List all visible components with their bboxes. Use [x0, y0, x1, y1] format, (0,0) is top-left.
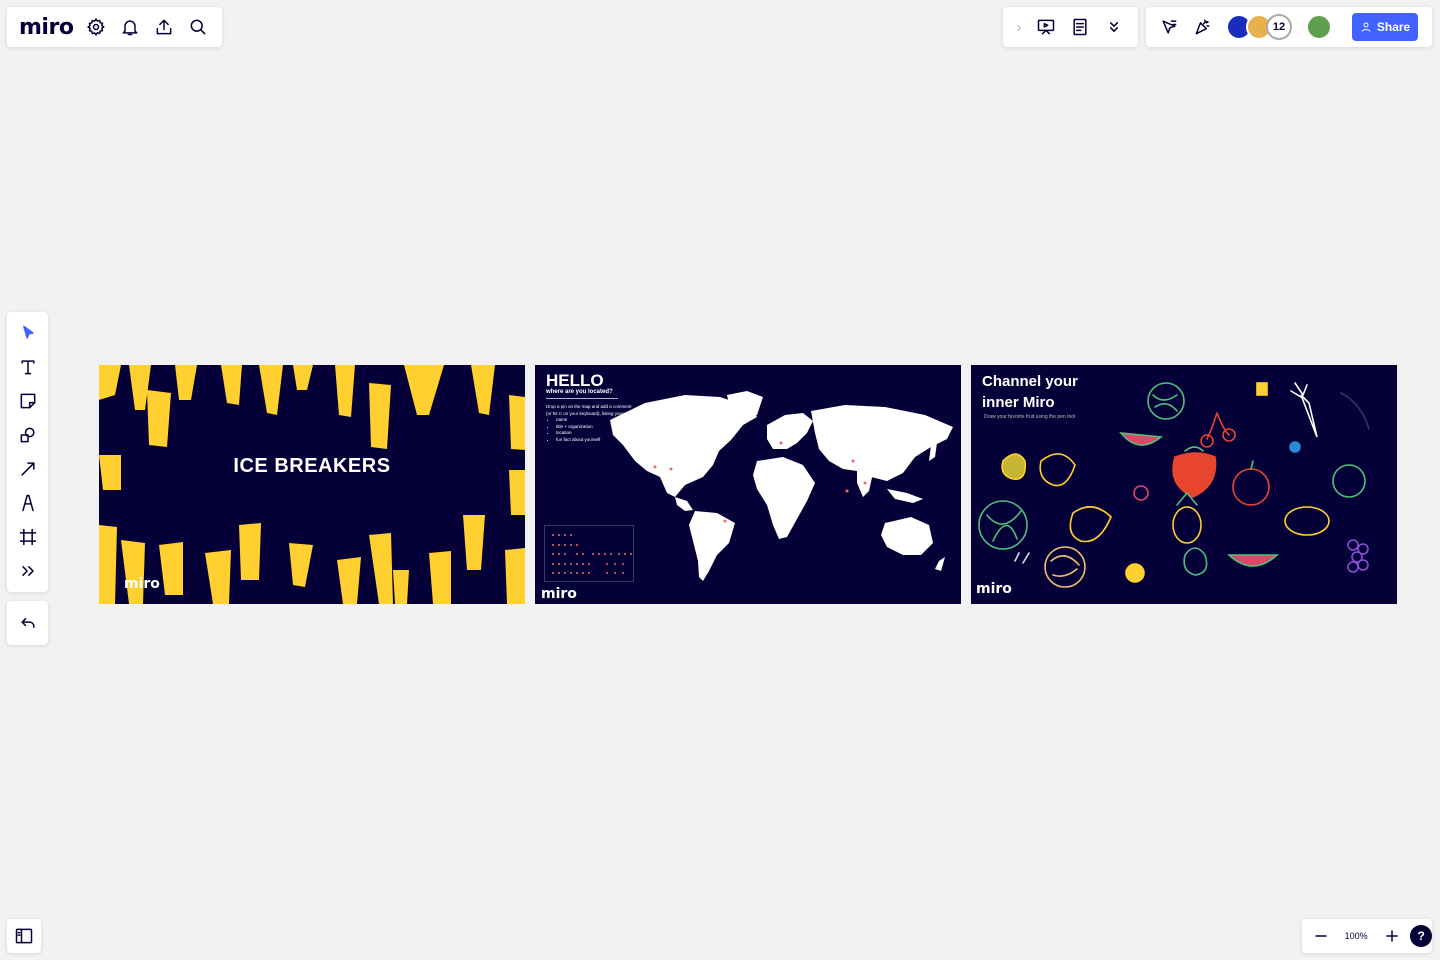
chevron-right-icon[interactable]: › [1009, 10, 1029, 44]
collaboration-toolbar: 12 Share [1146, 7, 1432, 47]
board-panel-toggle[interactable] [7, 919, 41, 953]
text-icon[interactable] [11, 350, 45, 384]
hello-world-map-frame[interactable]: HELLO where are you located? Drop a pin … [535, 365, 961, 604]
creation-toolbar [7, 312, 48, 592]
sticky-note-icon[interactable] [11, 384, 45, 418]
share-button-label: Share [1376, 20, 1411, 34]
collaborator-count-badge[interactable]: 12 [1266, 14, 1292, 40]
pin-legend-box [544, 525, 634, 582]
ice-breakers-frame[interactable]: ICE BREAKERS miro [99, 365, 525, 604]
miro-logo: miro [124, 576, 160, 592]
more-tools-icon[interactable] [11, 554, 45, 588]
celebrate-icon[interactable] [1186, 10, 1220, 44]
board-panel-icon[interactable] [7, 919, 41, 953]
notes-icon[interactable] [1063, 10, 1097, 44]
frame-title: ICE BREAKERS [233, 455, 391, 477]
top-left-toolbar: miro [7, 7, 222, 47]
undo-panel [7, 601, 48, 645]
yellow-shapes-decoration [99, 365, 525, 604]
presentation-icon[interactable] [1029, 10, 1063, 44]
share-button[interactable]: Share [1352, 13, 1418, 41]
connector-icon[interactable] [11, 452, 45, 486]
presentation-toolbar: › [1003, 7, 1138, 47]
inner-miro-drawing-frame[interactable]: Channel your inner Miro Draw your favori… [971, 365, 1397, 604]
miro-logo[interactable]: miro [19, 15, 74, 40]
fruit-drawings [978, 382, 1370, 588]
pen-icon[interactable] [11, 486, 45, 520]
upload-icon[interactable] [147, 10, 181, 44]
settings-icon[interactable] [79, 10, 113, 44]
select-icon[interactable] [11, 316, 45, 350]
current-user-avatar[interactable] [1306, 14, 1332, 40]
miro-logo: miro [976, 581, 1012, 597]
double-chevron-down-icon[interactable] [1097, 10, 1131, 44]
search-icon[interactable] [181, 10, 215, 44]
pin-dots [552, 534, 632, 574]
help-icon[interactable]: ? [1410, 925, 1432, 947]
zoom-out-icon[interactable] [1308, 919, 1334, 953]
zoom-controls: 100% ? [1302, 919, 1432, 953]
undo-icon[interactable] [11, 606, 45, 640]
bell-icon[interactable] [113, 10, 147, 44]
collaborator-avatars[interactable]: 12 [1226, 14, 1292, 40]
zoom-in-icon[interactable] [1379, 919, 1405, 953]
shapes-icon[interactable] [11, 418, 45, 452]
frame-icon[interactable] [11, 520, 45, 554]
miro-logo: miro [541, 586, 577, 602]
cursor-share-icon[interactable] [1152, 10, 1186, 44]
zoom-level[interactable]: 100% [1334, 931, 1379, 941]
